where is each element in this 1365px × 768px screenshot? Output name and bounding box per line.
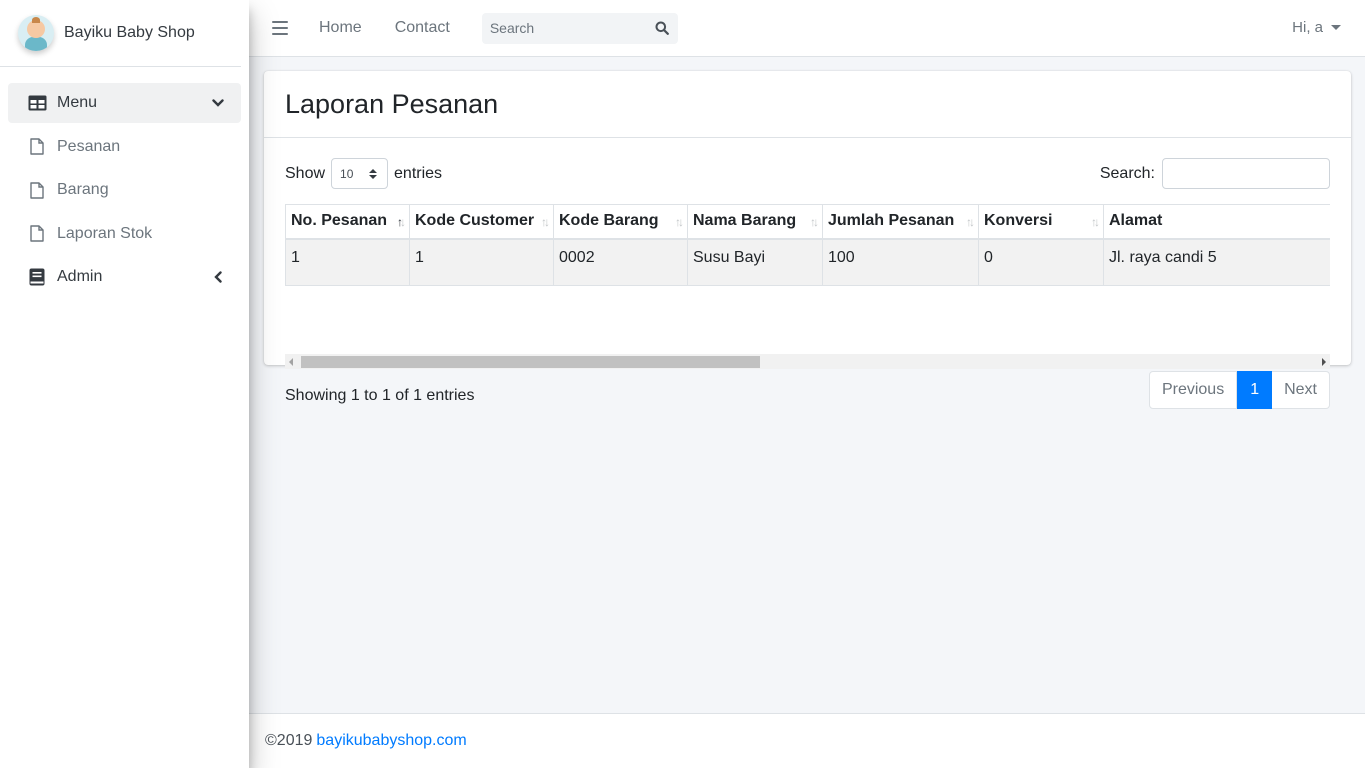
navbar-search — [481, 12, 678, 44]
table-cell: Susu Bayi — [687, 238, 823, 286]
file-icon — [27, 137, 47, 157]
sort-icon: ↑↓ — [541, 215, 550, 229]
sidebar-item-label: Pesanan — [57, 137, 121, 155]
horizontal-scrollbar[interactable] — [285, 354, 1330, 369]
entries-label: entries — [394, 164, 443, 182]
orders-table: No. Pesanan ↑↓ Kode Customer ↑↓ Kode Baran… — [285, 204, 1330, 286]
table-header-row: No. Pesanan ↑↓ Kode Customer ↑↓ Kode Baran… — [285, 204, 1330, 240]
table-search-input[interactable] — [1162, 158, 1330, 189]
file-icon — [27, 180, 47, 200]
column-header-label: No. Pesanan — [291, 212, 388, 230]
file-icon — [27, 224, 47, 244]
sort-icon: ↑↓ — [810, 215, 819, 229]
sidebar-item-label: Admin — [57, 268, 103, 285]
report-card: Laporan Pesanan Show 10 entries Search: … — [264, 71, 1351, 409]
chevron-left-icon — [211, 270, 225, 284]
entries-select[interactable]: 10 — [331, 158, 389, 189]
pagination-page-current[interactable]: 1 — [1237, 371, 1273, 409]
table-cell: Jl. raya candi 5 — [1103, 238, 1330, 286]
sort-icon: ↑↓ — [397, 215, 406, 229]
scroll-left-arrow-icon[interactable] — [289, 358, 293, 366]
sort-icon: ↑↓ — [966, 215, 975, 229]
column-header-label: Jumlah Pesanan — [828, 212, 955, 230]
user-menu[interactable]: Hi, a — [1292, 19, 1341, 36]
sidebar-item-label: Barang — [57, 181, 109, 198]
entries-select-value: 10 — [340, 166, 354, 181]
search-icon[interactable] — [646, 13, 678, 44]
book-icon — [27, 267, 47, 287]
column-header-label: Kode Customer — [415, 212, 535, 230]
table-scroll-area: No. Pesanan ↑↓ Kode Customer ↑↓ Kode Baran… — [285, 204, 1330, 303]
table-info: Showing 1 to 1 of 1 entries — [285, 387, 475, 404]
sort-icon: ↑↓ — [1091, 215, 1100, 229]
footer-link[interactable]: bayikubabyshop.com — [316, 732, 466, 750]
caret-down-icon — [1331, 25, 1341, 30]
column-header-label: Nama Barang — [693, 212, 797, 230]
scroll-right-arrow-icon[interactable] — [1322, 358, 1326, 366]
navbar-search-input[interactable] — [481, 12, 646, 44]
sidebar-item-barang[interactable]: Barang — [8, 170, 241, 210]
sidebar-nav: Menu Pesanan Barang Laporan Stok Admin — [0, 67, 249, 297]
brand[interactable]: Bayiku Baby Shop — [0, 0, 241, 67]
table-cell: 1 — [285, 238, 410, 286]
column-header-label: Kode Barang — [559, 212, 659, 230]
table-cell: 0002 — [553, 238, 688, 286]
sidebar-item-pesanan[interactable]: Pesanan — [8, 127, 241, 167]
footer-copyright: ©2019 — [265, 732, 313, 749]
card-header: Laporan Pesanan — [264, 71, 1351, 138]
table-search-label: Search: — [1099, 164, 1155, 182]
column-header[interactable]: Konversi ↑↓ — [978, 204, 1104, 240]
pagination: Previous 1 Next — [1148, 371, 1330, 409]
pagination-next[interactable]: Next — [1272, 371, 1330, 409]
show-label: Show — [285, 164, 326, 182]
table-search: Search: — [1100, 158, 1330, 189]
sort-icon: ↑↓ — [675, 215, 684, 229]
column-header[interactable]: Kode Customer ↑↓ — [409, 204, 554, 240]
table-cell: 1 — [409, 238, 554, 286]
pagination-previous[interactable]: Previous — [1148, 371, 1238, 409]
column-header[interactable]: Alamat — [1103, 204, 1330, 240]
sidebar-item-laporan-stok[interactable]: Laporan Stok — [8, 214, 241, 254]
chevron-down-icon — [211, 96, 225, 110]
page-title: Laporan Pesanan — [285, 88, 499, 119]
column-header[interactable]: Jumlah Pesanan ↑↓ — [822, 204, 979, 240]
footer: ©2019 bayikubabyshop.com — [249, 713, 1365, 768]
hamburger-menu-icon[interactable] — [272, 21, 288, 35]
top-navbar: Home Contact Hi, a — [249, 0, 1365, 57]
column-header[interactable]: Kode Barang ↑↓ — [553, 204, 688, 240]
select-arrows-icon — [369, 168, 378, 179]
nav-link-contact[interactable]: Contact — [395, 19, 450, 37]
column-header[interactable]: Nama Barang ↑↓ — [687, 204, 823, 240]
sidebar: Bayiku Baby Shop Menu Pesanan Barang Lap… — [0, 0, 249, 768]
table-cell: 0 — [978, 238, 1104, 286]
brand-name: Bayiku Baby Shop — [64, 24, 195, 41]
nav-link-home[interactable]: Home — [319, 19, 362, 37]
column-header[interactable]: No. Pesanan ↑↓ — [285, 204, 410, 240]
sidebar-item-menu[interactable]: Menu — [8, 83, 241, 123]
entries-length-control: Show 10 entries — [285, 158, 442, 189]
sidebar-item-admin[interactable]: Admin — [8, 257, 241, 297]
user-greeting: Hi, a — [1292, 19, 1323, 36]
column-header-label: Alamat — [1109, 212, 1163, 230]
sidebar-item-label: Menu — [57, 94, 98, 111]
table-icon — [27, 93, 47, 113]
table-cell: 100 — [822, 238, 979, 286]
sidebar-item-label: Laporan Stok — [57, 224, 153, 242]
brand-logo — [18, 15, 54, 51]
column-header-label: Konversi — [984, 212, 1053, 230]
scrollbar-thumb[interactable] — [301, 356, 760, 368]
table-row: 1 1 0002 Susu Bayi 100 0 Jl. raya candi … — [285, 238, 1330, 286]
